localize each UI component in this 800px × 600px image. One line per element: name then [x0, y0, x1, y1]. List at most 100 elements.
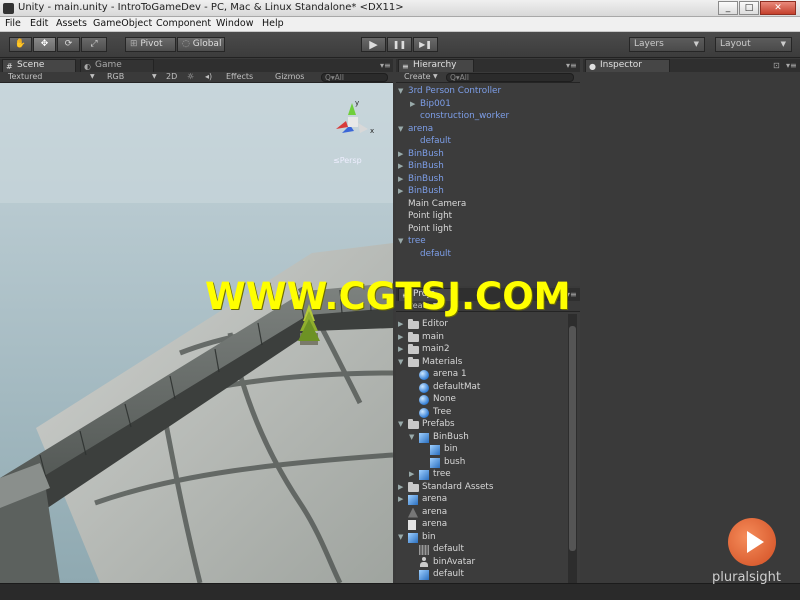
- hierarchy-item[interactable]: ▶ BinBush: [396, 148, 580, 161]
- menu-gameobject[interactable]: GameObject: [93, 18, 152, 29]
- hierarchy-item[interactable]: ▶ BinBush: [396, 160, 580, 173]
- tab-game[interactable]: ◐ Game: [80, 59, 154, 72]
- project-item[interactable]: None: [396, 393, 568, 406]
- minimize-button[interactable]: _: [718, 1, 738, 15]
- menu-window[interactable]: Window: [216, 18, 253, 29]
- project-item[interactable]: Tree: [396, 406, 568, 419]
- tab-inspector[interactable]: ● Inspector: [585, 59, 670, 72]
- project-item[interactable]: bush: [396, 456, 568, 469]
- expand-right-icon[interactable]: ▶: [398, 481, 403, 493]
- expand-down-icon[interactable]: ▼: [398, 418, 403, 430]
- project-item[interactable]: bin: [396, 443, 568, 456]
- project-item[interactable]: ▼ Materials: [396, 356, 568, 369]
- global-toggle[interactable]: ◌ Global: [177, 37, 225, 52]
- pivot-toggle[interactable]: ⊞ Pivot: [125, 37, 176, 52]
- project-item[interactable]: ▶ arena: [396, 493, 568, 506]
- move-tool-button[interactable]: ✥: [33, 37, 56, 52]
- expand-right-icon[interactable]: ▶: [398, 160, 403, 172]
- render-mode-dropdown[interactable]: RGB: [107, 72, 124, 82]
- project-scrollbar[interactable]: [568, 314, 577, 583]
- project-item[interactable]: ▶ main: [396, 331, 568, 344]
- expand-right-icon[interactable]: ▶: [398, 318, 403, 330]
- menu-edit[interactable]: Edit: [30, 18, 48, 29]
- hierarchy-item[interactable]: Point light: [396, 223, 580, 236]
- maximize-button[interactable]: □: [739, 1, 759, 15]
- scale-tool-button[interactable]: ⤢: [81, 37, 107, 52]
- project-item[interactable]: default: [396, 543, 568, 556]
- expand-right-icon[interactable]: ▶: [398, 173, 403, 185]
- menu-assets[interactable]: Assets: [56, 18, 87, 29]
- scene-viewport[interactable]: y x ≤Persp: [0, 83, 393, 583]
- project-item[interactable]: arena 1: [396, 368, 568, 381]
- hierarchy-search-input[interactable]: Q▾All: [446, 73, 574, 82]
- expand-right-icon[interactable]: ▶: [410, 98, 415, 110]
- close-button[interactable]: ✕: [760, 1, 796, 15]
- expand-right-icon[interactable]: ▶: [398, 343, 403, 355]
- expand-right-icon[interactable]: ▶: [398, 331, 403, 343]
- panel-menu-icon[interactable]: ▾≡: [786, 61, 797, 70]
- expand-down-icon[interactable]: ▼: [398, 531, 403, 543]
- hierarchy-item[interactable]: ▶ BinBush: [396, 185, 580, 198]
- hierarchy-create-dropdown[interactable]: Create: [404, 72, 431, 82]
- step-button[interactable]: ▶❚: [413, 37, 438, 52]
- menu-file[interactable]: File: [5, 18, 21, 29]
- rotate-tool-button[interactable]: ⟳: [57, 37, 80, 52]
- project-item[interactable]: ▶ tree: [396, 468, 568, 481]
- project-item[interactable]: ▼ BinBush: [396, 431, 568, 444]
- expand-down-icon[interactable]: ▼: [398, 356, 403, 368]
- expand-down-icon[interactable]: ▼: [398, 123, 403, 135]
- project-item[interactable]: ▶ Editor: [396, 318, 568, 331]
- project-item[interactable]: ▶ Standard Assets: [396, 481, 568, 494]
- project-item[interactable]: binAvatar: [396, 556, 568, 569]
- menu-help[interactable]: Help: [262, 18, 284, 29]
- hierarchy-item[interactable]: construction_worker: [396, 110, 580, 123]
- hierarchy-item[interactable]: ▶ BinBush: [396, 173, 580, 186]
- hierarchy-item[interactable]: ▼ tree: [396, 235, 580, 248]
- project-item[interactable]: ▼ Prefabs: [396, 418, 568, 431]
- hierarchy-item[interactable]: Main Camera: [396, 198, 580, 211]
- lock-icon[interactable]: ⊡: [773, 61, 780, 70]
- project-scroll-thumb[interactable]: [569, 326, 576, 551]
- hand-tool-button[interactable]: ✋: [9, 37, 32, 52]
- expand-down-icon[interactable]: ▼: [398, 85, 403, 97]
- panel-menu-icon[interactable]: ▾≡: [380, 61, 391, 70]
- project-item[interactable]: defaultMat: [396, 381, 568, 394]
- hierarchy-item[interactable]: Point light: [396, 210, 580, 223]
- play-triangle-icon: [747, 531, 764, 553]
- tab-scene[interactable]: # Scene: [2, 59, 76, 72]
- expand-right-icon[interactable]: ▶: [398, 185, 403, 197]
- expand-right-icon[interactable]: ▶: [398, 148, 403, 160]
- title-bar: Unity - main.unity - IntroToGameDev - PC…: [0, 0, 800, 17]
- perspective-label[interactable]: ≤Persp: [333, 156, 362, 165]
- project-item[interactable]: ▶ main2: [396, 343, 568, 356]
- 2d-toggle[interactable]: 2D: [166, 72, 177, 82]
- scene-lighting-icon[interactable]: ☼: [187, 72, 194, 82]
- shading-mode-dropdown[interactable]: Textured: [8, 72, 42, 82]
- expand-right-icon[interactable]: ▶: [409, 468, 414, 480]
- menu-component[interactable]: Component: [156, 18, 211, 29]
- hierarchy-item[interactable]: default: [396, 248, 580, 261]
- hierarchy-item[interactable]: ▶ Bip001: [396, 98, 580, 111]
- expand-down-icon[interactable]: ▼: [409, 431, 414, 443]
- tab-hierarchy[interactable]: ≡ Hierarchy: [398, 59, 474, 72]
- layout-dropdown[interactable]: Layout ▼: [715, 37, 792, 52]
- project-item[interactable]: default: [396, 568, 568, 581]
- orientation-gizmo[interactable]: y x: [328, 99, 376, 153]
- hierarchy-item[interactable]: default: [396, 135, 580, 148]
- panel-menu-icon[interactable]: ▾≡: [566, 61, 577, 70]
- play-button[interactable]: ▶: [361, 37, 386, 52]
- expand-down-icon[interactable]: ▼: [398, 235, 403, 247]
- hierarchy-item[interactable]: ▼ 3rd Person Controller: [396, 85, 580, 98]
- project-item[interactable]: ▼ bin: [396, 531, 568, 544]
- layers-dropdown[interactable]: Layers ▼: [629, 37, 705, 52]
- project-item-label: bin: [444, 444, 458, 454]
- pause-button[interactable]: ❚❚: [387, 37, 412, 52]
- expand-right-icon[interactable]: ▶: [398, 493, 403, 505]
- gizmos-dropdown[interactable]: Gizmos: [275, 72, 304, 82]
- project-item[interactable]: arena: [396, 506, 568, 519]
- effects-dropdown[interactable]: Effects: [226, 72, 253, 82]
- hierarchy-item[interactable]: ▼ arena: [396, 123, 580, 136]
- project-item[interactable]: arena: [396, 518, 568, 531]
- scene-audio-icon[interactable]: ◂): [205, 72, 212, 82]
- scene-search-input[interactable]: Q▾All: [321, 73, 388, 82]
